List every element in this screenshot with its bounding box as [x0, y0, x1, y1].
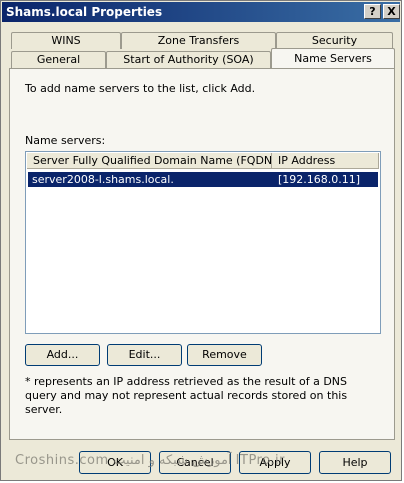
tab-wins[interactable]: WINS: [11, 32, 121, 49]
edit-button[interactable]: Edit...: [107, 344, 182, 366]
close-title-button[interactable]: X: [383, 4, 400, 19]
tab-zone-transfers[interactable]: Zone Transfers: [121, 32, 276, 49]
column-header-fqdn[interactable]: Server Fully Qualified Domain Name (FQDN…: [27, 153, 272, 169]
tab-soa[interactable]: Start of Authority (SOA): [106, 51, 271, 68]
remove-button[interactable]: Remove: [187, 344, 262, 366]
help-title-button[interactable]: ?: [364, 4, 381, 19]
tab-name-servers[interactable]: Name Servers: [271, 48, 395, 68]
name-servers-list[interactable]: Server Fully Qualified Domain Name (FQDN…: [25, 151, 381, 334]
tab-general[interactable]: General: [11, 51, 106, 68]
title-bar: Shams.local Properties ? X: [2, 2, 400, 22]
instruction-text: To add name servers to the list, click A…: [25, 82, 256, 95]
column-header-ip[interactable]: IP Address: [272, 153, 379, 169]
watermark-text: Croshins.com آموزش شبکه و امنیت ITPro.ir: [15, 453, 285, 468]
table-row[interactable]: server2008-l.shams.local. [192.168.0.11]: [28, 172, 378, 187]
add-button[interactable]: Add...: [25, 344, 100, 366]
row-ip: [192.168.0.11]: [278, 173, 361, 186]
properties-dialog: Shams.local Properties ? X WINS Zone Tra…: [0, 0, 402, 481]
row-fqdn: server2008-l.shams.local.: [32, 173, 174, 186]
footnote-text: * represents an IP address retrieved as …: [25, 375, 348, 416]
window-title: Shams.local Properties: [6, 5, 163, 19]
name-servers-label: Name servers:: [25, 134, 106, 147]
tab-security[interactable]: Security: [276, 32, 393, 49]
